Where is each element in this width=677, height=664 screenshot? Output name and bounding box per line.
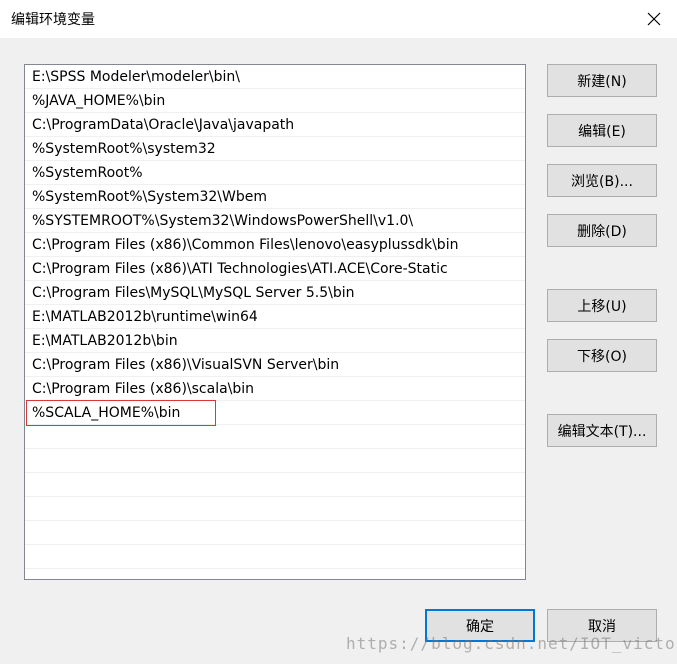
close-icon (647, 12, 661, 26)
list-item[interactable]: C:\Program Files (x86)\ATI Technologies\… (25, 257, 525, 281)
list-item[interactable]: %SystemRoot%\system32 (25, 137, 525, 161)
list-item[interactable]: %SystemRoot% (25, 161, 525, 185)
empty-row (25, 425, 525, 449)
list-item-editing[interactable]: %SCALA_HOME%\bin (25, 400, 525, 426)
close-button[interactable] (631, 0, 677, 38)
list-item[interactable]: C:\Program Files (x86)\VisualSVN Server\… (25, 353, 525, 377)
empty-row (25, 449, 525, 473)
empty-row (25, 497, 525, 521)
delete-button[interactable]: 删除(D) (547, 214, 657, 247)
browse-button[interactable]: 浏览(B)... (547, 164, 657, 197)
empty-row (25, 473, 525, 497)
edit-button[interactable]: 编辑(E) (547, 114, 657, 147)
path-list[interactable]: E:\SPSS Modeler\modeler\bin\ %JAVA_HOME%… (24, 64, 526, 580)
list-item[interactable]: E:\MATLAB2012b\bin (25, 329, 525, 353)
new-button[interactable]: 新建(N) (547, 64, 657, 97)
list-item[interactable]: C:\ProgramData\Oracle\Java\javapath (25, 113, 525, 137)
list-item[interactable]: %SystemRoot%\System32\Wbem (25, 185, 525, 209)
list-item[interactable]: %JAVA_HOME%\bin (25, 89, 525, 113)
move-up-button[interactable]: 上移(U) (547, 289, 657, 322)
watermark: https://blog.csdn.net/IOT_victor (346, 634, 677, 653)
empty-row (25, 545, 525, 569)
window-title: 编辑环境变量 (11, 12, 95, 28)
list-item[interactable]: E:\SPSS Modeler\modeler\bin\ (25, 65, 525, 89)
list-item[interactable]: E:\MATLAB2012b\runtime\win64 (25, 305, 525, 329)
title-bar: 编辑环境变量 (0, 0, 677, 38)
list-item[interactable]: C:\Program Files (x86)\Common Files\leno… (25, 233, 525, 257)
edit-text-button[interactable]: 编辑文本(T)... (547, 414, 657, 447)
move-down-button[interactable]: 下移(O) (547, 339, 657, 372)
empty-row (25, 521, 525, 545)
list-item[interactable]: %SYSTEMROOT%\System32\WindowsPowerShell\… (25, 209, 525, 233)
list-item[interactable]: C:\Program Files (x86)\scala\bin (25, 377, 525, 401)
list-item[interactable]: C:\Program Files\MySQL\MySQL Server 5.5\… (25, 281, 525, 305)
